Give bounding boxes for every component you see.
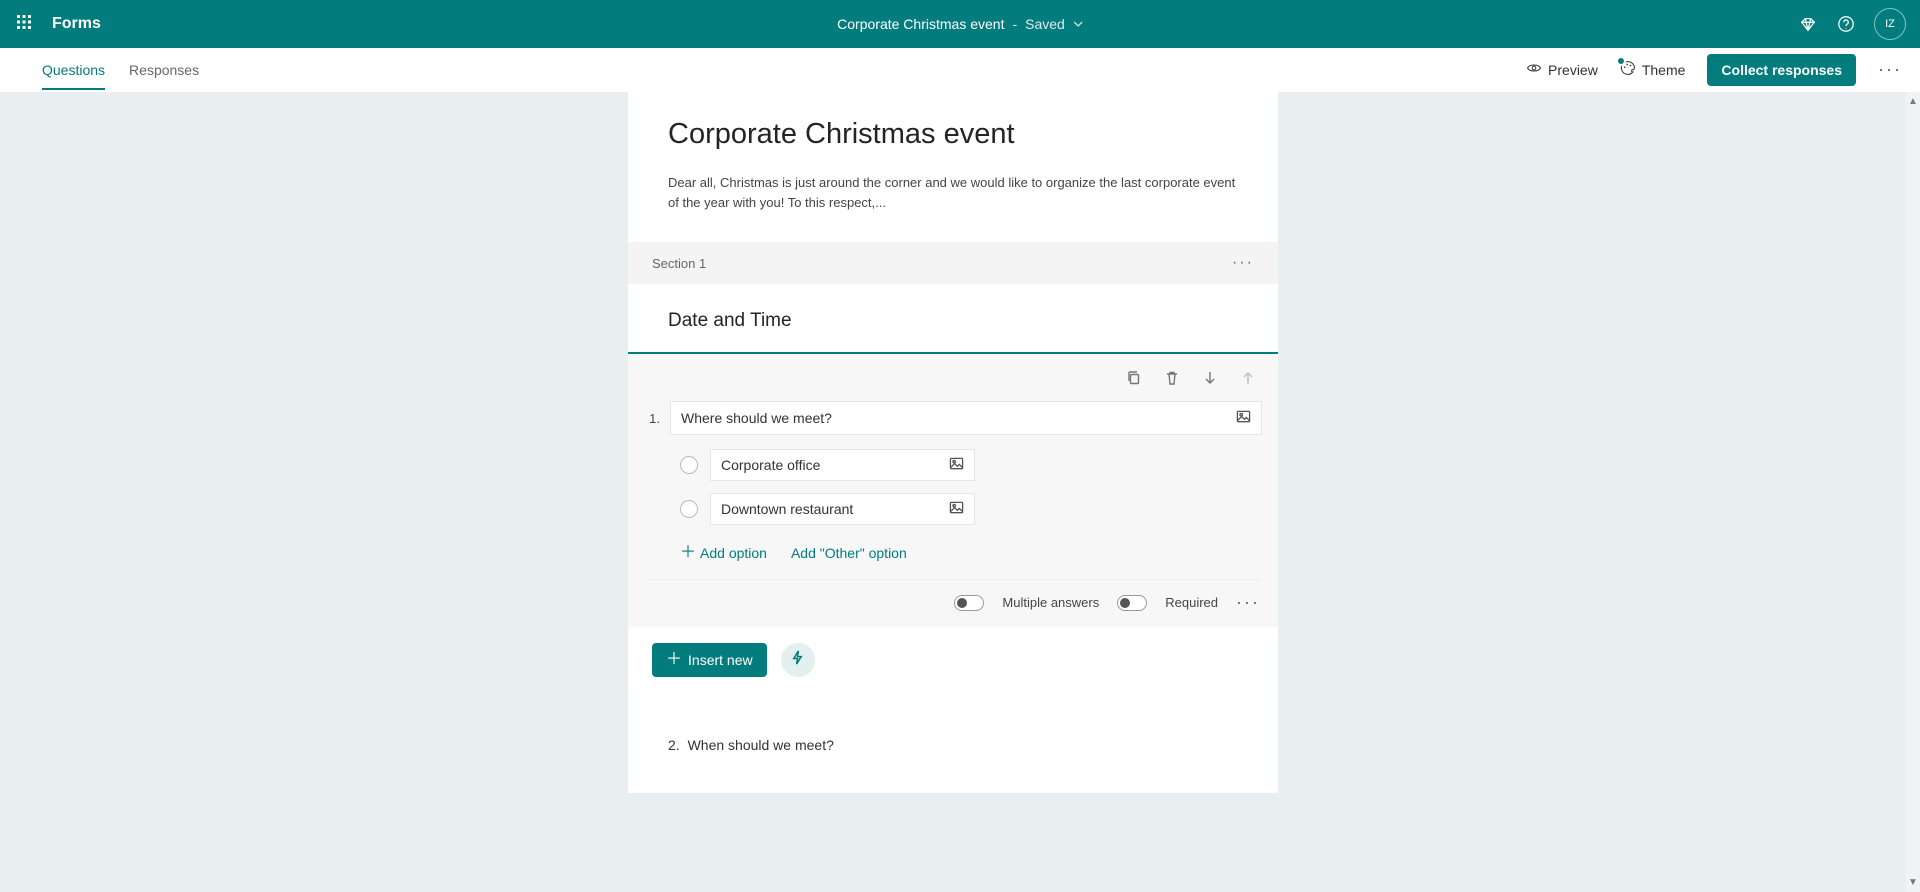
premium-icon[interactable]: [1798, 14, 1818, 34]
palette-icon: [1620, 60, 1636, 79]
tab-responses-label: Responses: [129, 62, 199, 78]
doc-dash: -: [1012, 16, 1017, 32]
option-media-button[interactable]: [949, 500, 964, 518]
question-footer: Multiple answers Required ···: [644, 579, 1262, 627]
waffle-icon: [16, 14, 32, 35]
document-title[interactable]: Corporate Christmas event - Saved: [837, 16, 1083, 32]
section-title[interactable]: Date and Time: [628, 284, 1278, 352]
add-option-button[interactable]: ＋Add option: [680, 545, 767, 561]
app-name[interactable]: Forms: [52, 15, 101, 33]
question-title-text: Where should we meet?: [681, 410, 832, 426]
question-2[interactable]: 2. When should we meet?: [628, 677, 1278, 793]
collect-label: Collect responses: [1721, 62, 1842, 78]
required-toggle[interactable]: [1117, 595, 1147, 611]
preview-button[interactable]: Preview: [1526, 60, 1598, 79]
chevron-down-icon: [1073, 16, 1083, 32]
question-editor: 1. Where should we meet? Corporate offic…: [628, 352, 1278, 627]
move-up-button: [1240, 370, 1256, 391]
tab-questions-label: Questions: [42, 62, 105, 90]
option-text: Corporate office: [721, 457, 820, 473]
avatar-initials: IZ: [1885, 18, 1895, 30]
insert-new-label: Insert new: [688, 652, 753, 668]
option-row: Corporate office: [680, 449, 1262, 481]
question-more-button[interactable]: ···: [1236, 592, 1260, 613]
insert-media-button[interactable]: [1236, 409, 1251, 427]
section-more-button[interactable]: ···: [1232, 254, 1254, 272]
add-other-label: Add "Other" option: [791, 545, 907, 561]
radio-icon: [680, 500, 698, 518]
avatar[interactable]: IZ: [1874, 8, 1906, 40]
question-toolbar: [644, 368, 1262, 401]
form-description[interactable]: Dear all, Christmas is just around the c…: [668, 173, 1238, 212]
option-row: Downtown restaurant: [680, 493, 1262, 525]
scroll-down-icon[interactable]: ▼: [1908, 877, 1918, 888]
delete-question-button[interactable]: [1164, 370, 1180, 391]
scrollbar[interactable]: ▲ ▼: [1906, 92, 1920, 892]
question-2-text: When should we meet?: [688, 737, 834, 753]
option-input[interactable]: Downtown restaurant: [710, 493, 975, 525]
add-option-label: Add option: [700, 545, 767, 561]
question-number: 1.: [644, 411, 660, 426]
option-input[interactable]: Corporate office: [710, 449, 975, 481]
add-other-option-button[interactable]: Add "Other" option: [791, 545, 907, 561]
move-down-button[interactable]: [1202, 370, 1218, 391]
insert-new-button[interactable]: ＋ Insert new: [652, 643, 767, 677]
suite-bar: Forms Corporate Christmas event - Saved …: [0, 0, 1920, 48]
doc-title-text: Corporate Christmas event: [837, 16, 1004, 32]
form-header[interactable]: Corporate Christmas event Dear all, Chri…: [628, 92, 1278, 242]
tabs: Questions Responses: [42, 48, 199, 91]
option-text: Downtown restaurant: [721, 501, 853, 517]
plus-icon: ＋: [680, 545, 696, 561]
section-label: Section 1: [652, 256, 706, 271]
section-header[interactable]: Section 1 ···: [628, 242, 1278, 284]
theme-button[interactable]: Theme: [1620, 60, 1686, 79]
required-label: Required: [1165, 595, 1218, 610]
form-card: Corporate Christmas event Dear all, Chri…: [628, 92, 1278, 793]
help-icon[interactable]: [1836, 14, 1856, 34]
tab-questions[interactable]: Questions: [42, 48, 105, 91]
question-2-number: 2.: [668, 737, 680, 753]
multiple-answers-label: Multiple answers: [1002, 595, 1099, 610]
lightning-icon: [790, 650, 805, 670]
save-state: Saved: [1025, 16, 1065, 32]
insert-row: ＋ Insert new: [628, 627, 1278, 677]
collect-responses-button[interactable]: Collect responses: [1707, 54, 1856, 86]
plus-icon: ＋: [666, 652, 682, 668]
question-title-input[interactable]: Where should we meet?: [670, 401, 1262, 435]
form-title[interactable]: Corporate Christmas event: [668, 118, 1238, 151]
question-title-row: 1. Where should we meet?: [644, 401, 1262, 435]
multiple-answers-toggle[interactable]: [954, 595, 984, 611]
copy-question-button[interactable]: [1126, 370, 1142, 391]
option-list: Corporate office Downtown restaurant: [680, 449, 1262, 525]
option-media-button[interactable]: [949, 456, 964, 474]
command-bar: Questions Responses Preview Theme Collec…: [0, 48, 1920, 92]
app-launcher-button[interactable]: [0, 0, 48, 48]
scroll-up-icon[interactable]: ▲: [1908, 96, 1918, 107]
eye-icon: [1526, 60, 1542, 79]
option-actions: ＋Add option Add "Other" option: [680, 545, 1262, 561]
more-commands-button[interactable]: ···: [1878, 59, 1902, 80]
theme-label: Theme: [1642, 62, 1686, 78]
radio-icon: [680, 456, 698, 474]
form-canvas[interactable]: Corporate Christmas event Dear all, Chri…: [0, 92, 1906, 892]
suite-bar-right: IZ: [1798, 8, 1920, 40]
ai-suggestion-button[interactable]: [781, 643, 815, 677]
tab-responses[interactable]: Responses: [129, 48, 199, 91]
preview-label: Preview: [1548, 62, 1598, 78]
command-bar-right: Preview Theme Collect responses ···: [1526, 54, 1902, 86]
